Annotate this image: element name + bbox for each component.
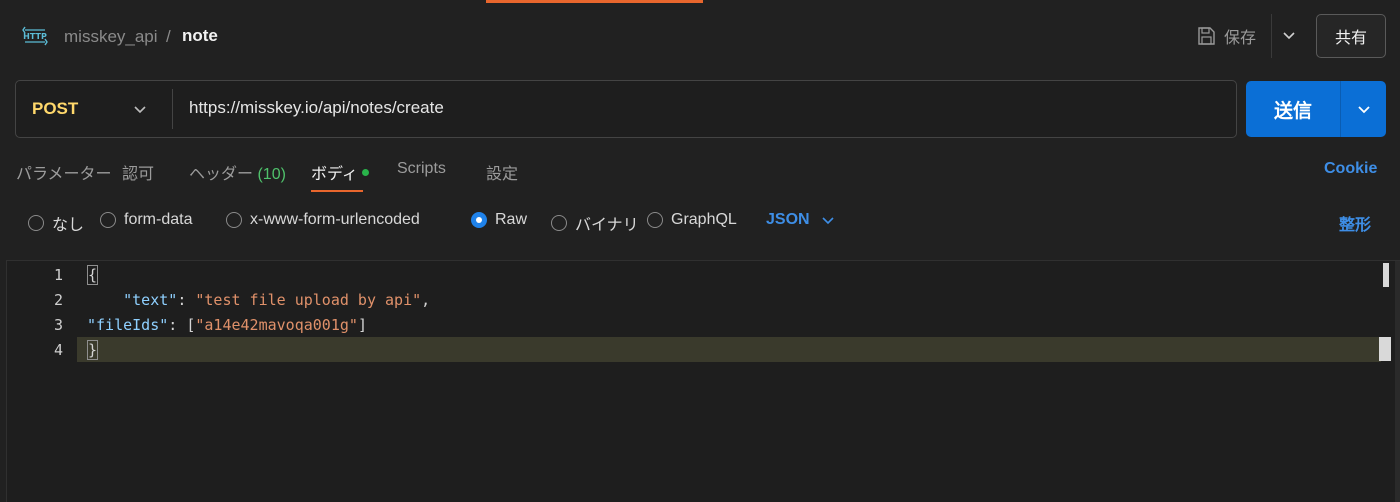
beautify-button[interactable]: 整形 (1339, 211, 1371, 235)
radio-icon (100, 212, 116, 228)
open-brace: { (87, 265, 99, 285)
code-line-3: "fileIds": ["a14e42mavoqa001g"] (87, 316, 367, 334)
raw-format-select[interactable]: JSON (766, 211, 836, 229)
radio-label: form-data (124, 211, 193, 228)
url-divider (172, 89, 173, 129)
editor-scrollbar[interactable] (1395, 261, 1400, 502)
chevron-down-icon (822, 217, 834, 225)
code-line-2: "text": "test file upload by api", (87, 291, 430, 309)
send-options-button[interactable] (1341, 81, 1386, 137)
code-line-4: } (87, 340, 99, 360)
body-type-urlencoded[interactable]: x-www-form-urlencoded (226, 211, 420, 229)
json-string: "test file upload by api" (195, 291, 422, 309)
radio-icon (226, 212, 242, 228)
close-brace: } (87, 340, 99, 360)
line-number: 3 (53, 316, 63, 334)
body-type-binary[interactable]: バイナリ (551, 211, 639, 235)
colon: : (177, 291, 196, 309)
request-header: HTTP misskey_api / note 保存 共有 (0, 0, 1400, 72)
scrollbar-thumb[interactable] (1383, 263, 1389, 287)
radio-icon (28, 215, 44, 231)
http-icon: HTTP (22, 26, 48, 46)
active-line-highlight (77, 337, 1381, 362)
line-number: 2 (53, 291, 63, 309)
tab-headers[interactable]: ヘッダー (10) (189, 160, 286, 184)
tab-scripts[interactable]: Scripts (397, 160, 446, 178)
radio-label: x-www-form-urlencoded (250, 211, 420, 228)
url-input[interactable]: https://misskey.io/api/notes/create (189, 98, 444, 118)
body-type-form-data[interactable]: form-data (100, 211, 192, 229)
radio-label: バイナリ (575, 217, 639, 234)
body-type-raw[interactable]: Raw (471, 211, 527, 229)
save-divider (1271, 14, 1272, 58)
method-select[interactable]: POST (32, 99, 78, 119)
tab-params[interactable]: パラメーター (16, 160, 112, 184)
tab-settings[interactable]: 設定 (486, 160, 518, 184)
save-icon (1198, 27, 1215, 45)
cursor-position-marker (1379, 337, 1391, 361)
breadcrumb-separator: / (166, 27, 171, 46)
svg-text:HTTP: HTTP (23, 32, 47, 41)
chevron-down-icon (1357, 106, 1370, 114)
save-label: 保存 (1224, 30, 1257, 47)
chevron-down-icon[interactable] (1278, 24, 1300, 46)
save-button[interactable]: 保存 (1190, 20, 1270, 52)
radio-icon (647, 212, 663, 228)
raw-format-label: JSON (766, 211, 810, 228)
colon: : (168, 316, 187, 334)
tab-body-label: ボディ (311, 166, 358, 183)
json-string: "a14e42mavoqa001g" (195, 316, 358, 334)
chevron-down-icon[interactable] (130, 99, 150, 119)
headers-count-badge: (10) (257, 166, 286, 183)
radio-label: なし (52, 217, 85, 234)
line-number: 1 (53, 266, 63, 284)
breadcrumb-collection[interactable]: misskey_api (64, 27, 158, 47)
send-button-group: 送信 (1246, 81, 1386, 137)
bracket-close: ] (357, 316, 367, 334)
body-editor[interactable]: 1 2 3 4 { "text": "test file upload by a… (6, 260, 1400, 502)
code-line-1: { (87, 265, 99, 285)
radio-label: Raw (495, 211, 528, 228)
radio-label: GraphQL (671, 211, 737, 228)
cookie-link[interactable]: Cookie (1324, 160, 1377, 178)
radio-icon (551, 215, 567, 231)
tab-auth[interactable]: 認可 (122, 160, 154, 184)
tab-headers-label: ヘッダー (189, 166, 254, 183)
radio-selected-icon (471, 212, 487, 228)
json-key: "text" (123, 291, 178, 309)
body-type-none[interactable]: なし (28, 211, 84, 235)
send-button[interactable]: 送信 (1246, 81, 1340, 137)
comma: , (421, 291, 431, 309)
line-number: 4 (53, 341, 63, 359)
body-modified-dot (361, 169, 369, 177)
tab-body[interactable]: ボディ (311, 160, 369, 184)
json-key: "fileIds" (87, 316, 169, 334)
breadcrumb-request-name[interactable]: note (182, 26, 218, 46)
url-bar: POST https://misskey.io/api/notes/create (15, 80, 1237, 138)
body-type-graphql[interactable]: GraphQL (647, 211, 737, 229)
share-button[interactable]: 共有 (1316, 14, 1386, 58)
tab-active-underline (311, 190, 363, 192)
